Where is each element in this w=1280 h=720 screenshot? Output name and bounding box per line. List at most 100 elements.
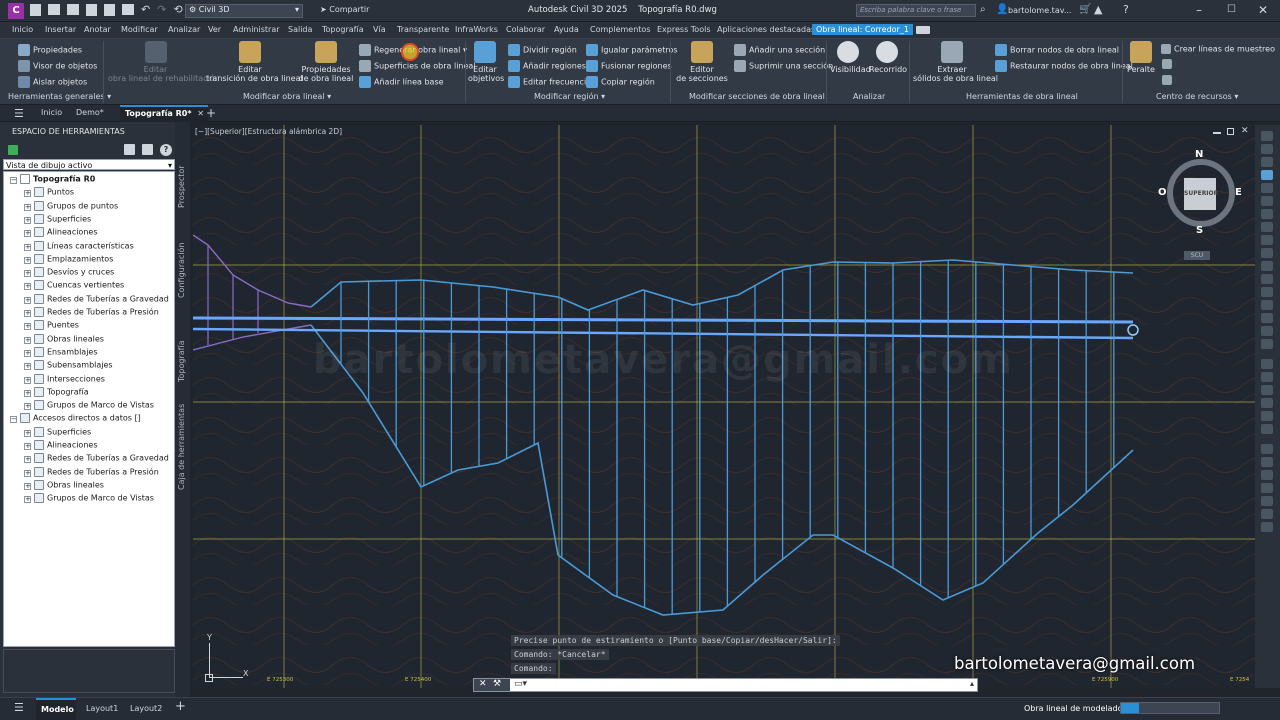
drive-button[interactable]: Recorrido [869, 41, 907, 74]
tree-expander-icon[interactable]: + [24, 429, 31, 437]
split-region-button[interactable]: Dividir región [508, 44, 577, 56]
tab-ver[interactable]: Ver [208, 25, 221, 34]
tree-item[interactable]: Accesos directos a datos [] [20, 413, 141, 424]
side-tool-icon[interactable] [1261, 131, 1273, 141]
tree-item[interactable]: Ensamblajes [34, 346, 98, 357]
side-tool-icon[interactable] [1261, 261, 1273, 271]
search-input[interactable]: Escriba palabra clave o frase [856, 4, 976, 17]
wcs-menu[interactable]: SCU [1184, 251, 1210, 260]
edit-rehab-corridor-button[interactable]: Editar obra lineal de rehabilitación [108, 41, 220, 83]
sample-tool-icon[interactable] [1162, 59, 1172, 69]
share-button[interactable]: ➤ Compartir [320, 5, 369, 14]
tree-expander-icon[interactable]: + [24, 243, 31, 251]
side-tab-topografia[interactable]: Topografía [177, 340, 186, 382]
doc-tab-inicio[interactable]: Inicio [41, 108, 62, 117]
viewcube-face[interactable]: SUPERIOR [1184, 178, 1218, 210]
toolspace-green-icon[interactable] [8, 145, 18, 155]
tree-expander-icon[interactable]: + [24, 296, 31, 304]
tree-expander-icon[interactable]: + [24, 216, 31, 224]
side-tool-icon[interactable] [1261, 411, 1273, 421]
tree-item[interactable]: Redes de Tuberías a Gravedad [34, 293, 169, 304]
tree-expander-icon[interactable]: + [24, 203, 31, 211]
side-tool-icon[interactable] [1261, 470, 1273, 480]
side-tool-icon[interactable] [1261, 326, 1273, 336]
close-icon[interactable]: ✕ [1258, 3, 1268, 17]
viewcube[interactable]: SUPERIOR N S E O SCU [1158, 149, 1243, 260]
delete-nodes-button[interactable]: Borrar nodos de obra lineal [995, 44, 1119, 56]
tab-layout1[interactable]: Layout1 [86, 704, 118, 713]
extract-solids-button[interactable]: Extraer sólidos de obra lineal [913, 41, 998, 83]
tab-model[interactable]: Modelo [36, 698, 76, 720]
add-baseline-button[interactable]: Añadir línea base [359, 76, 444, 88]
cart-icon[interactable]: 🛒 [1079, 4, 1091, 15]
tree-expander-icon[interactable]: + [24, 349, 31, 357]
compass-west[interactable]: O [1158, 187, 1167, 198]
tab-complementos[interactable]: Complementos [590, 25, 650, 34]
tree-item[interactable]: Líneas características [34, 240, 134, 251]
tree-expander-icon[interactable]: + [24, 389, 31, 397]
section-editor-button[interactable]: Editor de secciones [676, 41, 728, 83]
side-tool-icon[interactable] [1261, 509, 1273, 519]
tree-expander-icon[interactable]: + [24, 190, 31, 198]
tab-anotar[interactable]: Anotar [84, 25, 111, 34]
side-tool-icon[interactable] [1261, 424, 1273, 434]
tab-analizar[interactable]: Analizar [168, 25, 200, 34]
new-tab-icon[interactable]: + [206, 106, 216, 120]
tree-item[interactable]: Desvíos y cruces [34, 267, 114, 278]
side-tool-icon[interactable] [1261, 300, 1273, 310]
tree-item[interactable]: Superficies [34, 213, 91, 224]
tree-expander-icon[interactable]: + [24, 323, 31, 331]
tree-expander-icon[interactable]: + [24, 310, 31, 317]
add-regions-button[interactable]: Añadir regiones [508, 60, 586, 72]
drawing-canvas[interactable] [193, 125, 1255, 688]
open-icon[interactable] [48, 4, 60, 15]
tree-expander-icon[interactable]: + [24, 363, 31, 371]
tab-colaborar[interactable]: Colaborar [506, 25, 545, 34]
side-tool-icon[interactable] [1261, 398, 1273, 408]
view-select[interactable]: Vista de dibujo activo ▾ [3, 159, 175, 170]
search-icon[interactable]: ⌕ [980, 4, 986, 15]
properties-button[interactable]: Propiedades [18, 44, 82, 56]
tree-expander-icon[interactable]: − [10, 177, 17, 184]
tab-insertar[interactable]: Insertar [45, 25, 76, 34]
tree-item[interactable]: Puentes [34, 320, 79, 331]
tab-inicio[interactable]: Inicio [12, 25, 33, 34]
tree-expander-icon[interactable]: + [24, 283, 31, 291]
autodesk-a-icon[interactable]: ▲ [1094, 3, 1102, 16]
doc-tab-topografia[interactable]: Topografía R0* ✕ [120, 105, 208, 122]
tab-ayuda[interactable]: Ayuda [554, 25, 579, 34]
tree-item[interactable]: Alineaciones [34, 227, 98, 238]
tree-expander-icon[interactable]: + [24, 496, 31, 504]
tab-administrar[interactable]: Administrar [233, 25, 280, 34]
superelevation-button[interactable]: Peralte [1126, 41, 1156, 74]
side-tool-icon[interactable] [1261, 444, 1273, 454]
side-tool-icon[interactable] [1261, 287, 1273, 297]
side-tool-icon[interactable] [1261, 144, 1273, 154]
command-close-icon[interactable]: ✕ [479, 679, 487, 689]
side-tab-prospector[interactable]: Prospector [177, 165, 186, 208]
compass-south[interactable]: S [1196, 225, 1203, 236]
doc-tab-demo[interactable]: Demo* [76, 108, 104, 117]
corridor-properties-button[interactable]: Propiedades de obra lineal [298, 41, 354, 83]
tree-item[interactable]: Topografía [34, 386, 89, 397]
viewport-restore-icon[interactable] [1227, 128, 1234, 135]
tree-expander-icon[interactable]: + [24, 469, 31, 477]
help-icon[interactable]: ? [1123, 3, 1129, 16]
tree-item[interactable]: Redes de Tuberías a Presión [34, 307, 159, 317]
toolspace-list-icon[interactable] [142, 144, 153, 155]
sync-icon[interactable]: ⟲ [173, 4, 182, 16]
tree-item[interactable]: Subensamblajes [34, 360, 113, 371]
side-tool-icon[interactable] [1261, 209, 1273, 219]
tree-item[interactable]: Cuencas vertientes [34, 280, 124, 291]
tab-aplicaciones-destacadas[interactable]: Aplicaciones destacadas [717, 25, 815, 34]
add-section-button[interactable]: Añadir una sección [734, 44, 825, 56]
tree-expander-icon[interactable]: + [24, 230, 31, 238]
tree-item[interactable]: Emplazamientos [34, 253, 113, 264]
tree-item[interactable]: Redes de Tuberías a Gravedad [34, 453, 169, 464]
side-tool-icon[interactable] [1261, 385, 1273, 395]
new-icon[interactable] [30, 4, 41, 16]
toolspace-help-icon[interactable]: ? [160, 144, 172, 156]
tab-topografia[interactable]: Topografía [322, 25, 364, 34]
side-tab-configuracion[interactable]: Configuración [177, 242, 186, 298]
tree-item[interactable]: Obras lineales [34, 333, 104, 344]
